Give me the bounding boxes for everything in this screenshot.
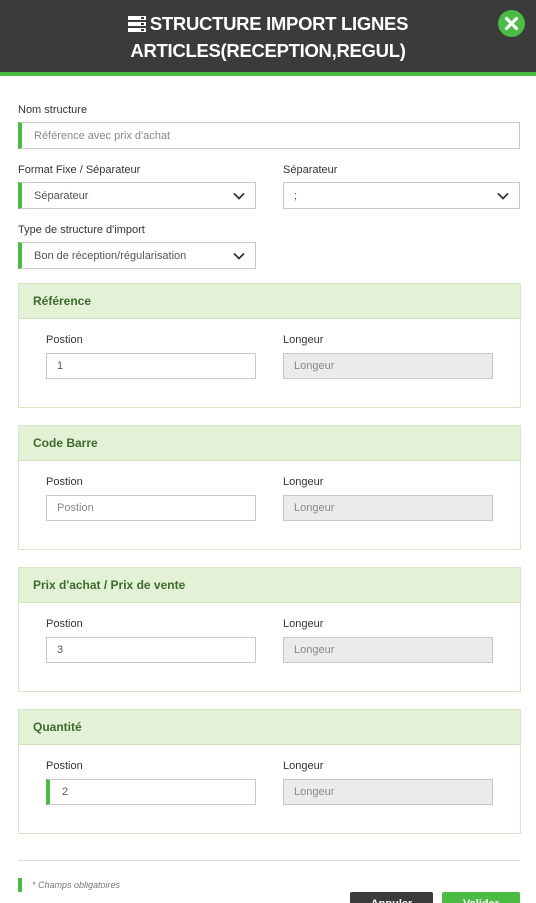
longueur-label: Longeur: [283, 760, 324, 772]
type-structure-select[interactable]: Bon de réception/régularisation: [18, 242, 256, 269]
position-label: Postion: [46, 618, 83, 630]
chevron-down-icon: [233, 192, 245, 200]
longueur-label: Longeur: [283, 618, 324, 630]
modal-header: STRUCTURE IMPORT LIGNES ARTICLES(RECEPTI…: [0, 0, 536, 76]
title-line-2: ARTICLES(RECEPTION,REGUL): [130, 40, 406, 61]
section-quantite: Quantité Postion 2 Longeur Longeur: [18, 709, 521, 834]
list-icon: [127, 13, 146, 38]
quantite-longueur-input: Longeur: [283, 779, 493, 805]
chevron-down-icon: [497, 192, 509, 200]
longueur-label: Longeur: [283, 476, 324, 488]
position-value: 2: [62, 786, 69, 798]
position-label: Postion: [46, 476, 83, 488]
section-reference: Référence Postion 1 Longeur Longeur: [18, 283, 521, 408]
footer-divider: [18, 860, 520, 861]
longueur-label: Longeur: [283, 334, 324, 346]
type-structure-selected: Bon de réception/régularisation: [34, 249, 187, 262]
format-select[interactable]: Séparateur: [18, 182, 256, 209]
position-value: 1: [57, 360, 64, 372]
title-line-1: STRUCTURE IMPORT LIGNES: [149, 13, 409, 34]
longueur-placeholder: Longeur: [294, 360, 335, 372]
format-selected: Séparateur: [34, 189, 89, 202]
section-title: Code Barre: [19, 426, 520, 461]
longueur-placeholder: Longeur: [294, 502, 335, 514]
separateur-label: Séparateur: [283, 164, 338, 176]
section-title: Référence: [19, 284, 520, 319]
longueur-placeholder: Longeur: [294, 644, 335, 656]
section-title: Quantité: [19, 710, 520, 745]
reference-longueur-input: Longeur: [283, 353, 493, 379]
reference-position-input[interactable]: 1: [46, 353, 256, 379]
required-fields-note: * Champs obligatoires: [18, 878, 120, 892]
type-structure-label: Type de structure d'import: [18, 224, 145, 236]
nom-structure-input[interactable]: Référence avec prix d'achat: [18, 122, 520, 149]
separateur-selected: ;: [294, 189, 298, 202]
prix-longueur-input: Longeur: [283, 637, 493, 663]
format-label: Format Fixe / Séparateur: [18, 164, 141, 176]
separateur-select[interactable]: ;: [283, 182, 520, 209]
longueur-placeholder: Longeur: [294, 786, 335, 798]
position-placeholder: Postion: [57, 502, 94, 514]
chevron-down-icon: [233, 252, 245, 260]
section-title: Prix d'achat / Prix de vente: [19, 568, 520, 603]
cancel-button[interactable]: Annuler: [350, 892, 433, 903]
close-button[interactable]: [498, 10, 525, 37]
position-value: 3: [57, 644, 64, 656]
nom-structure-label: Nom structure: [18, 104, 88, 116]
close-icon: [504, 16, 519, 31]
code-barre-longueur-input: Longeur: [283, 495, 493, 521]
save-button[interactable]: Valider: [442, 892, 520, 903]
section-prix: Prix d'achat / Prix de vente Postion 3 L…: [18, 567, 521, 692]
prix-position-input[interactable]: 3: [46, 637, 256, 663]
nom-structure-placeholder: Référence avec prix d'achat: [34, 129, 171, 142]
quantite-position-input[interactable]: 2: [46, 779, 256, 805]
position-label: Postion: [46, 334, 83, 346]
modal-title: STRUCTURE IMPORT LIGNES ARTICLES(RECEPTI…: [60, 11, 476, 63]
position-label: Postion: [46, 760, 83, 772]
code-barre-position-input[interactable]: Postion: [46, 495, 256, 521]
section-code-barre: Code Barre Postion Postion Longeur Longe…: [18, 425, 521, 550]
